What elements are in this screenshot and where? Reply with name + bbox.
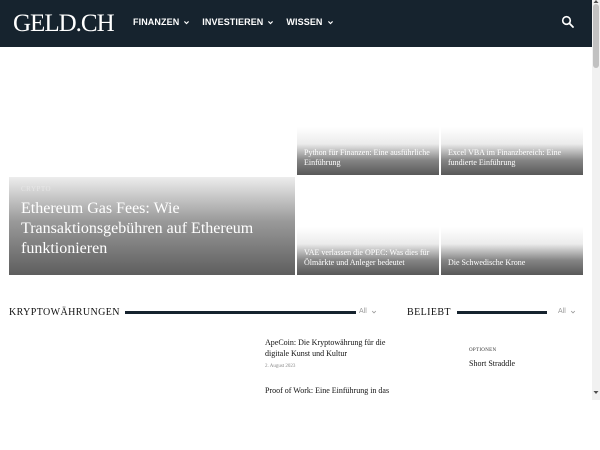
nav-item-finanzen[interactable]: Finanzen — [133, 17, 190, 27]
page-scrollbar[interactable] — [592, 0, 600, 400]
scrollbar-thumb[interactable] — [593, 4, 599, 68]
article-title[interactable]: Proof of Work: Eine Einführung in das He… — [265, 385, 390, 398]
featured-category[interactable]: Crypto — [21, 185, 51, 193]
chevron-down-icon — [268, 20, 274, 24]
nav-item-label: Wissen — [286, 17, 323, 27]
nav-item-wissen[interactable]: Wissen — [286, 17, 333, 27]
featured-small-title[interactable]: Python für Finanzen: Eine ausführliche E… — [304, 148, 436, 168]
section-divider — [457, 311, 547, 314]
featured-small-title[interactable]: Die Schwedische Krone — [448, 258, 580, 268]
popular-all-filter[interactable]: All — [558, 308, 576, 315]
section-title: Beliebt — [407, 307, 451, 318]
crypto-section-header: Kryptowährungen — [9, 307, 356, 318]
chevron-down-icon — [570, 310, 575, 313]
featured-title[interactable]: Ethereum Gas Fees: Wie Transaktionsgebüh… — [21, 199, 281, 259]
site-logo[interactable]: GELD.CH — [13, 10, 115, 38]
featured-article-main[interactable]: Crypto Ethereum Gas Fees: Wie Transaktio… — [9, 177, 295, 275]
article-title[interactable]: ApeCoin: Die Kryptowährung für die digit… — [265, 337, 390, 359]
popular-category[interactable]: Optionen — [469, 348, 496, 353]
popular-section-header: Beliebt — [407, 307, 547, 318]
nav-item-investieren[interactable]: Investieren — [202, 17, 274, 27]
site-header: GELD.CH Finanzen Investieren Wissen — [0, 0, 592, 47]
chevron-down-icon — [371, 310, 376, 313]
featured-small-title[interactable]: Excel VBA im Finanzbereich: Eine fundier… — [448, 148, 580, 168]
featured-article-small[interactable]: Python für Finanzen: Eine ausführliche E… — [297, 127, 439, 175]
list-item[interactable]: Proof of Work: Eine Einführung in das He… — [265, 385, 390, 398]
chevron-down-icon — [184, 20, 190, 24]
featured-article-small[interactable]: Die Schwedische Krone — [441, 227, 583, 275]
popular-title[interactable]: Short Straddle — [469, 359, 515, 368]
scroll-down-arrow-icon[interactable] — [593, 390, 599, 395]
featured-small-title[interactable]: VAE verlassen die OPEC: Was dies für Ölm… — [304, 248, 436, 268]
nav-item-label: Finanzen — [133, 17, 180, 27]
nav-item-label: Investieren — [202, 17, 264, 27]
section-divider — [125, 311, 356, 314]
filter-label: All — [558, 308, 566, 315]
filter-label: All — [359, 308, 367, 315]
section-title: Kryptowährungen — [9, 307, 120, 318]
list-item[interactable]: ApeCoin: Die Kryptowährung für die digit… — [265, 337, 390, 369]
article-date: 2. August 2023 — [265, 364, 296, 369]
featured-article-small[interactable]: VAE verlassen die OPEC: Was dies für Ölm… — [297, 227, 439, 275]
search-icon[interactable] — [561, 15, 575, 29]
chevron-down-icon — [327, 20, 333, 24]
featured-article-small[interactable]: Excel VBA im Finanzbereich: Eine fundier… — [441, 127, 583, 175]
crypto-all-filter[interactable]: All — [359, 308, 377, 315]
main-nav: Finanzen Investieren Wissen — [133, 17, 334, 27]
